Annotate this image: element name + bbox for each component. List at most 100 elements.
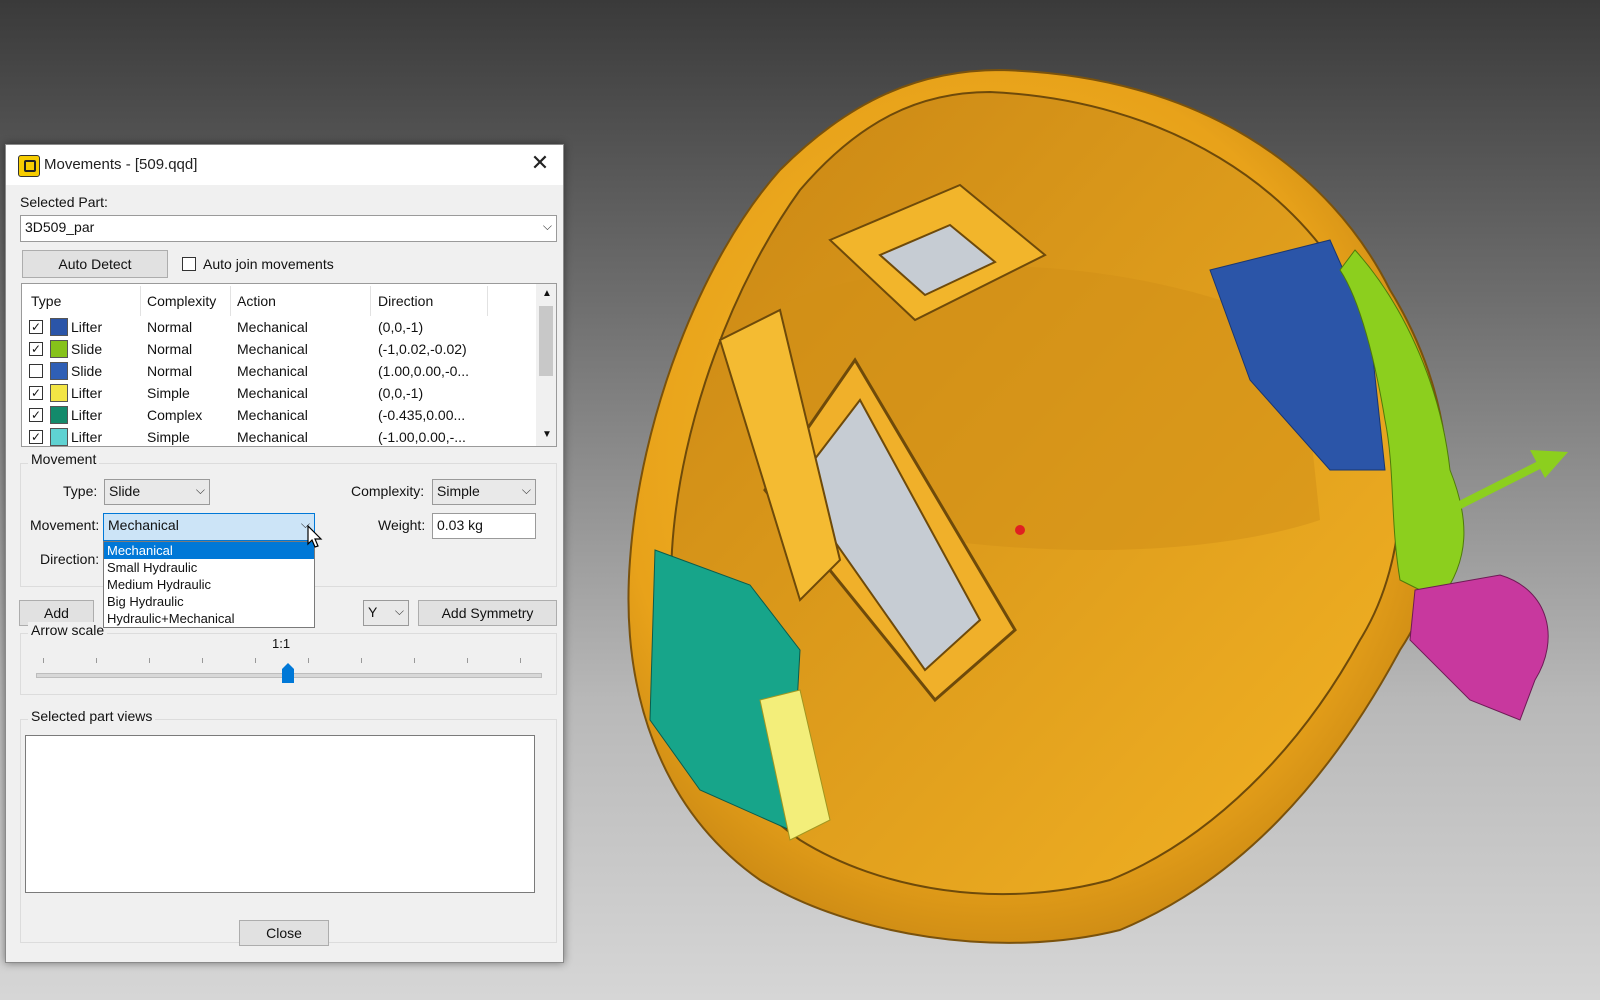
type-value: Slide xyxy=(109,483,141,499)
cell-complexity: Simple xyxy=(147,429,190,445)
slider-tick xyxy=(414,658,415,663)
mouse-cursor-icon xyxy=(307,525,323,548)
cell-action: Mechanical xyxy=(237,429,308,445)
auto-detect-button[interactable]: Auto Detect xyxy=(22,250,168,278)
arrow-scale-title: Arrow scale xyxy=(28,622,108,638)
cell-action: Mechanical xyxy=(237,319,308,335)
cell-direction: (-0.435,0.00... xyxy=(378,407,466,423)
cell-action: Mechanical xyxy=(237,407,308,423)
table-scrollbar[interactable]: ▲ ▼ xyxy=(536,284,556,446)
close-icon[interactable]: ✕ xyxy=(529,151,551,175)
cell-direction: (0,0,-1) xyxy=(378,319,424,335)
row-checkbox[interactable]: ✓ xyxy=(29,320,43,334)
header-divider xyxy=(370,286,371,316)
table-row[interactable]: ✓ Lifter Simple Mechanical (-1.00,0.00,-… xyxy=(22,427,522,446)
row-checkbox[interactable]: ✓ xyxy=(29,342,43,356)
slider-tick xyxy=(467,658,468,663)
cell-complexity: Complex xyxy=(147,407,203,423)
menu-item-mechanical[interactable]: Mechanical xyxy=(104,542,314,559)
movement-group-title: Movement xyxy=(28,451,100,467)
color-swatch xyxy=(50,406,68,424)
chevron-down-icon: ⌵ xyxy=(394,604,404,618)
table-row[interactable]: ✓ Lifter Simple Mechanical (0,0,-1) xyxy=(22,383,522,405)
chevron-down-icon: ⌵ xyxy=(521,483,531,497)
menu-item-hydraulic-mechanical[interactable]: Hydraulic+Mechanical xyxy=(104,610,314,627)
scroll-thumb[interactable] xyxy=(539,306,553,376)
header-divider xyxy=(487,286,488,316)
cell-complexity: Normal xyxy=(147,341,193,357)
complexity-dropdown[interactable]: Simple ⌵ xyxy=(432,479,536,505)
row-checkbox[interactable]: ✓ xyxy=(29,408,43,422)
type-dropdown[interactable]: Slide ⌵ xyxy=(104,479,210,505)
auto-join-label: Auto join movements xyxy=(203,256,334,272)
cell-direction: (-1.00,0.00,-... xyxy=(378,429,466,445)
slider-tick xyxy=(520,658,521,663)
cell-type: Slide xyxy=(71,363,103,379)
slider-tick xyxy=(255,658,256,663)
movement-label: Movement: xyxy=(30,517,100,533)
cell-type: Slide xyxy=(71,341,103,357)
movement-dropdown[interactable]: Mechanical ⌵ xyxy=(103,513,315,541)
title-bar: Movements - [509.qqd] ✕ xyxy=(6,145,563,185)
color-swatch xyxy=(50,362,68,380)
cell-type: Lifter xyxy=(71,319,103,335)
slider-tick xyxy=(202,658,203,663)
cell-complexity: Normal xyxy=(147,319,193,335)
color-swatch xyxy=(50,384,68,402)
slider-tick xyxy=(96,658,97,663)
slider-tick xyxy=(149,658,150,663)
magenta-clip xyxy=(1409,574,1549,721)
selected-part-value: 3D509_par xyxy=(25,219,95,235)
table-row[interactable]: Slide Normal Mechanical (1.00,0.00,-0... xyxy=(22,361,522,383)
movement-dropdown-menu[interactable]: Mechanical Small Hydraulic Medium Hydrau… xyxy=(103,541,315,628)
slider-tick xyxy=(308,658,309,663)
slider-tick xyxy=(361,658,362,663)
scroll-up-icon[interactable]: ▲ xyxy=(542,288,552,299)
chevron-down-icon: ⌵ xyxy=(542,219,552,233)
weight-label: Weight: xyxy=(378,517,426,533)
cell-type: Lifter xyxy=(71,429,103,445)
table-row[interactable]: ✓ Lifter Complex Mechanical (-0.435,0.00… xyxy=(22,405,522,427)
cell-action: Mechanical xyxy=(237,341,308,357)
complexity-label: Complexity: xyxy=(351,483,425,499)
menu-item-medium-hydraulic[interactable]: Medium Hydraulic xyxy=(104,576,314,593)
movement-value: Mechanical xyxy=(108,517,179,533)
cell-direction: (-1,0.02,-0.02) xyxy=(378,341,467,357)
part-views-area[interactable] xyxy=(25,735,535,893)
dialog-title: Movements - [509.qqd] xyxy=(44,156,198,173)
chevron-down-icon: ⌵ xyxy=(195,483,205,497)
row-checkbox[interactable]: ✓ xyxy=(29,386,43,400)
axis-dropdown[interactable]: Y ⌵ xyxy=(363,600,409,626)
mold-part[interactable] xyxy=(627,68,1568,944)
type-label: Type: xyxy=(63,483,98,499)
close-button[interactable]: Close xyxy=(239,920,329,946)
row-checkbox[interactable] xyxy=(29,364,43,378)
movements-dialog: Movements - [509.qqd] ✕ Selected Part: 3… xyxy=(5,144,564,963)
color-swatch xyxy=(50,318,68,336)
menu-item-small-hydraulic[interactable]: Small Hydraulic xyxy=(104,559,314,576)
cell-action: Mechanical xyxy=(237,385,308,401)
cell-type: Lifter xyxy=(71,385,103,401)
table-row[interactable]: ✓ Lifter Normal Mechanical (0,0,-1) xyxy=(22,317,522,339)
scroll-down-icon[interactable]: ▼ xyxy=(542,429,552,440)
header-divider xyxy=(140,286,141,316)
direction-label: Direction: xyxy=(40,551,100,567)
slider-tick xyxy=(43,658,44,663)
movements-table[interactable]: Type Complexity Action Direction ✓ Lifte… xyxy=(21,283,557,447)
table-row[interactable]: ✓ Slide Normal Mechanical (-1,0.02,-0.02… xyxy=(22,339,522,361)
add-symmetry-button[interactable]: Add Symmetry xyxy=(418,600,557,626)
row-checkbox[interactable]: ✓ xyxy=(29,430,43,444)
selected-part-dropdown[interactable]: 3D509_par ⌵ xyxy=(20,215,557,242)
cell-complexity: Simple xyxy=(147,385,190,401)
cell-direction: (1.00,0.00,-0... xyxy=(378,363,470,379)
axis-value: Y xyxy=(368,604,378,620)
selected-part-label: Selected Part: xyxy=(20,194,108,210)
menu-item-big-hydraulic[interactable]: Big Hydraulic xyxy=(104,593,314,610)
color-swatch xyxy=(50,340,68,358)
direction-arrow xyxy=(1438,450,1568,519)
color-swatch xyxy=(50,428,68,446)
auto-join-checkbox[interactable] xyxy=(182,257,196,271)
weight-field[interactable]: 0.03 kg xyxy=(432,513,536,539)
arrow-scale-value: 1:1 xyxy=(272,636,291,651)
cell-complexity: Normal xyxy=(147,363,193,379)
